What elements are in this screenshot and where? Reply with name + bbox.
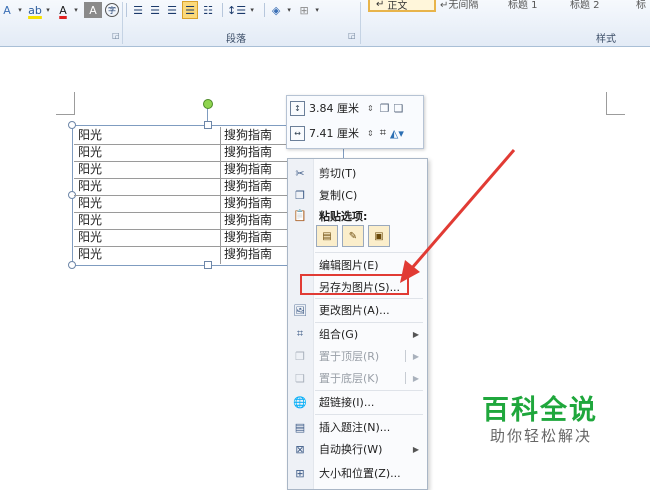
arrow-shaft — [410, 149, 516, 269]
watermark-title: 百科全说 — [482, 395, 598, 426]
watermark-subtitle: 助你轻松解决 — [490, 427, 593, 445]
